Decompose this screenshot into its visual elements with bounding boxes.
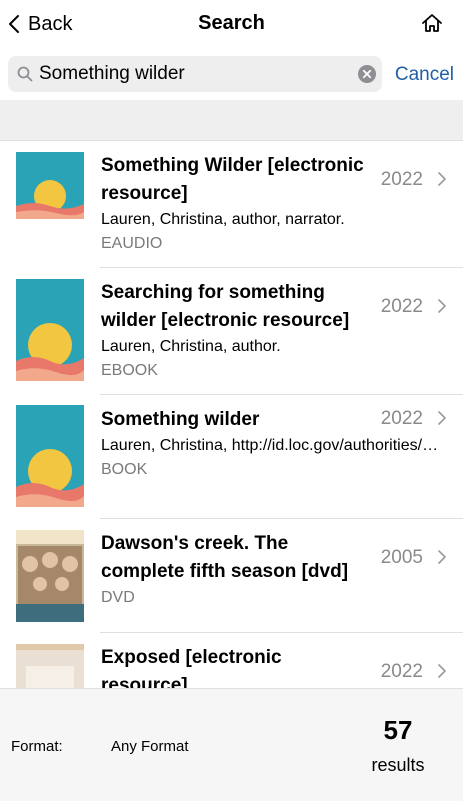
result-title: Exposed [electronic resource] xyxy=(101,647,282,689)
result-title: Dawson's creek. The complete fifth seaso… xyxy=(101,533,349,582)
result-title: Something wilder xyxy=(101,409,260,430)
result-year: 2022 xyxy=(380,296,423,317)
book-cover xyxy=(16,152,84,219)
result-year: 2022 xyxy=(380,661,423,682)
dvd-cover xyxy=(16,530,84,622)
results-count: 57 xyxy=(383,715,413,745)
results-count-label: results xyxy=(371,755,425,775)
result-title: Something Wilder [electronic resource] xyxy=(101,155,364,204)
result-year: 2022 xyxy=(380,408,423,429)
home-icon[interactable] xyxy=(421,12,443,39)
search-icon xyxy=(17,66,33,87)
result-author: Lauren, Christina, author. xyxy=(101,338,281,355)
format-selector[interactable]: Any Format xyxy=(111,738,189,755)
result-year: 2005 xyxy=(380,547,423,568)
result-format: BOOK xyxy=(101,461,148,478)
result-year: 2022 xyxy=(380,169,423,190)
results-list[interactable]: Something Wilder [electronic resource] L… xyxy=(0,141,463,689)
search-bar: Cancel xyxy=(0,48,463,101)
book-cover xyxy=(16,405,84,507)
result-author: Lauren, Christina, http://id.loc.gov/aut… xyxy=(101,437,443,454)
search-field[interactable] xyxy=(8,56,382,92)
search-input[interactable] xyxy=(39,56,349,92)
chevron-right-icon xyxy=(438,550,446,569)
format-label: Format: xyxy=(11,738,63,755)
cancel-button[interactable]: Cancel xyxy=(395,64,454,86)
navigation-bar: Back Search xyxy=(0,0,463,48)
clear-icon[interactable] xyxy=(358,65,376,88)
list-item[interactable]: Dawson's creek. The complete fifth seaso… xyxy=(0,519,463,633)
chevron-right-icon xyxy=(438,172,446,191)
book-cover xyxy=(16,279,84,381)
result-author: Lauren, Christina, author, narrator. xyxy=(101,211,345,228)
list-item[interactable]: Something Wilder [electronic resource] L… xyxy=(0,141,463,268)
chevron-right-icon xyxy=(438,299,446,318)
list-item[interactable]: Something wilder Lauren, Christina, http… xyxy=(0,395,463,519)
list-item[interactable]: Exposed [electronic resource] 2022 xyxy=(0,633,463,689)
chevron-right-icon xyxy=(438,411,446,430)
chevron-right-icon xyxy=(438,664,446,683)
page-title: Search xyxy=(198,12,265,34)
results-footer: Format: Any Format 57 results xyxy=(0,688,463,801)
result-title: Searching for something wilder [electron… xyxy=(101,282,350,331)
result-format: EAUDIO xyxy=(101,235,163,252)
section-spacer xyxy=(0,100,463,141)
list-item[interactable]: Searching for something wilder [electron… xyxy=(0,268,463,395)
book-cover xyxy=(16,644,84,689)
result-format: EBOOK xyxy=(101,362,158,379)
result-format: DVD xyxy=(101,589,135,606)
